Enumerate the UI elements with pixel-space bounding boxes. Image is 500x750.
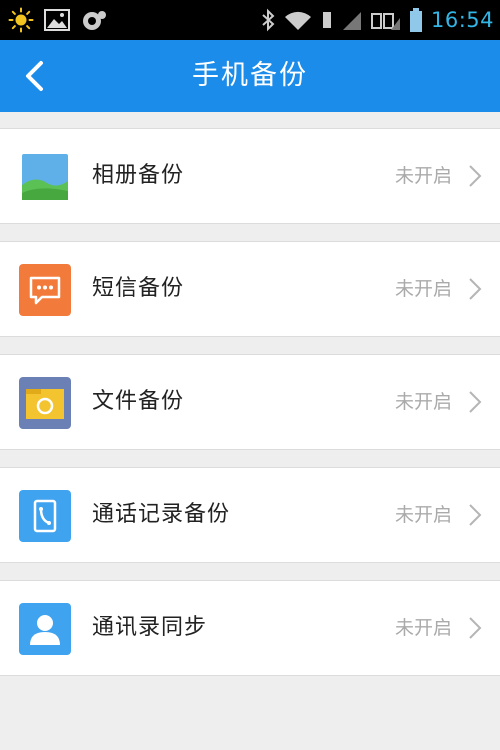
status-text: 未开启 xyxy=(394,391,452,413)
bluetooth-icon xyxy=(261,8,275,32)
sms-icon xyxy=(19,264,71,316)
sync-icon xyxy=(80,8,108,32)
item-label: 短信备份 xyxy=(92,276,185,301)
call-log-icon xyxy=(19,490,71,542)
album-icon xyxy=(19,151,71,203)
list-item-file-backup[interactable]: 文件备份 未开启 xyxy=(0,354,500,450)
sim-icon xyxy=(321,9,333,31)
chevron-right-icon xyxy=(469,504,482,526)
back-button[interactable] xyxy=(8,50,60,102)
weather-icon xyxy=(8,7,34,33)
battery-icon xyxy=(409,7,423,33)
chevron-right-icon xyxy=(469,278,482,300)
chevron-right-icon xyxy=(469,391,482,413)
chevron-right-icon xyxy=(469,617,482,639)
page-title: 手机备份 xyxy=(192,60,308,91)
signal-icon xyxy=(370,9,401,31)
status-time: 16:54 xyxy=(430,8,494,32)
chevron-right-icon xyxy=(469,165,482,187)
item-label: 通讯录同步 xyxy=(92,615,208,640)
list-item-album-backup[interactable]: 相册备份 未开启 xyxy=(0,128,500,224)
title-bar: 手机备份 xyxy=(0,40,500,112)
list-item-contacts-sync[interactable]: 通讯录同步 未开启 xyxy=(0,580,500,676)
item-label: 通话记录备份 xyxy=(92,502,231,527)
chevron-left-icon xyxy=(26,61,43,91)
status-text: 未开启 xyxy=(394,617,452,639)
image-icon xyxy=(44,9,70,31)
item-label: 相册备份 xyxy=(92,163,185,188)
list-item-call-log-backup[interactable]: 通话记录备份 未开启 xyxy=(0,467,500,563)
contacts-icon xyxy=(19,603,71,655)
status-text: 未开启 xyxy=(394,278,452,300)
item-label: 文件备份 xyxy=(92,389,185,414)
folder-icon xyxy=(19,377,71,429)
status-bar: 16:54 xyxy=(0,0,500,40)
status-text: 未开启 xyxy=(394,504,452,526)
wifi-icon xyxy=(283,9,313,31)
status-text: 未开启 xyxy=(394,165,452,187)
signal-icon xyxy=(341,9,363,31)
list-item-sms-backup[interactable]: 短信备份 未开启 xyxy=(0,241,500,337)
